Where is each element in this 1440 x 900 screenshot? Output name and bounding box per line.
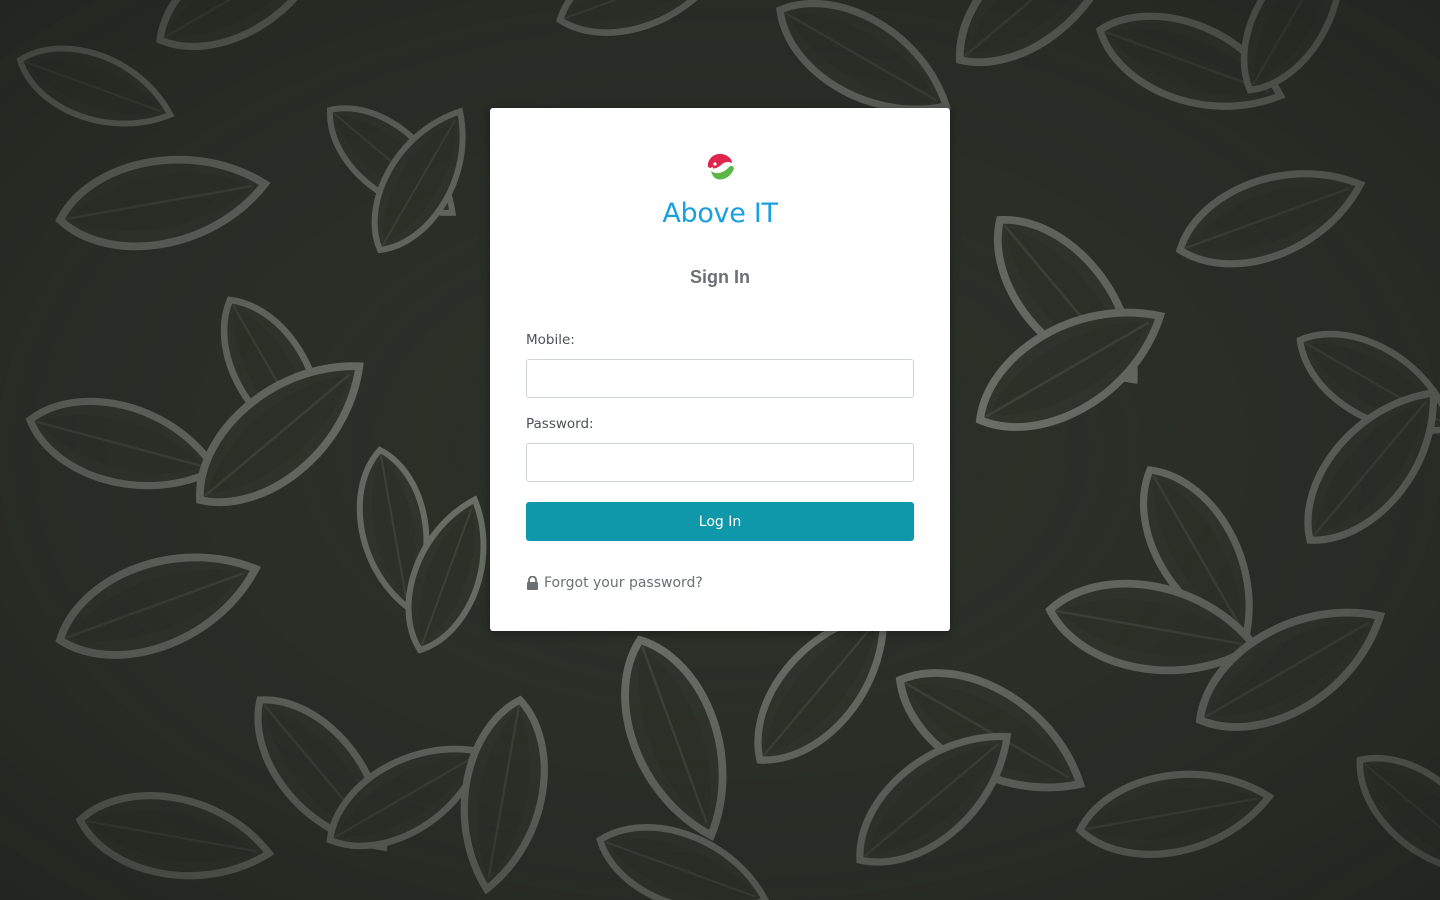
lock-icon [527, 576, 538, 590]
page-title: Sign In [690, 267, 750, 287]
mobile-label: Mobile: [526, 332, 575, 348]
brand-name: Above IT [662, 198, 778, 229]
sign-in-card: Above IT Sign In Mobile: Password: Log I… [490, 108, 950, 631]
log-in-button[interactable]: Log In [526, 502, 914, 541]
mobile-input[interactable] [526, 359, 914, 398]
forgot-password-link[interactable]: Forgot your password? [526, 575, 703, 591]
password-input[interactable] [526, 443, 914, 482]
forgot-password-label: Forgot your password? [544, 575, 703, 591]
above-it-logo-icon [707, 153, 734, 180]
password-label: Password: [526, 416, 594, 432]
